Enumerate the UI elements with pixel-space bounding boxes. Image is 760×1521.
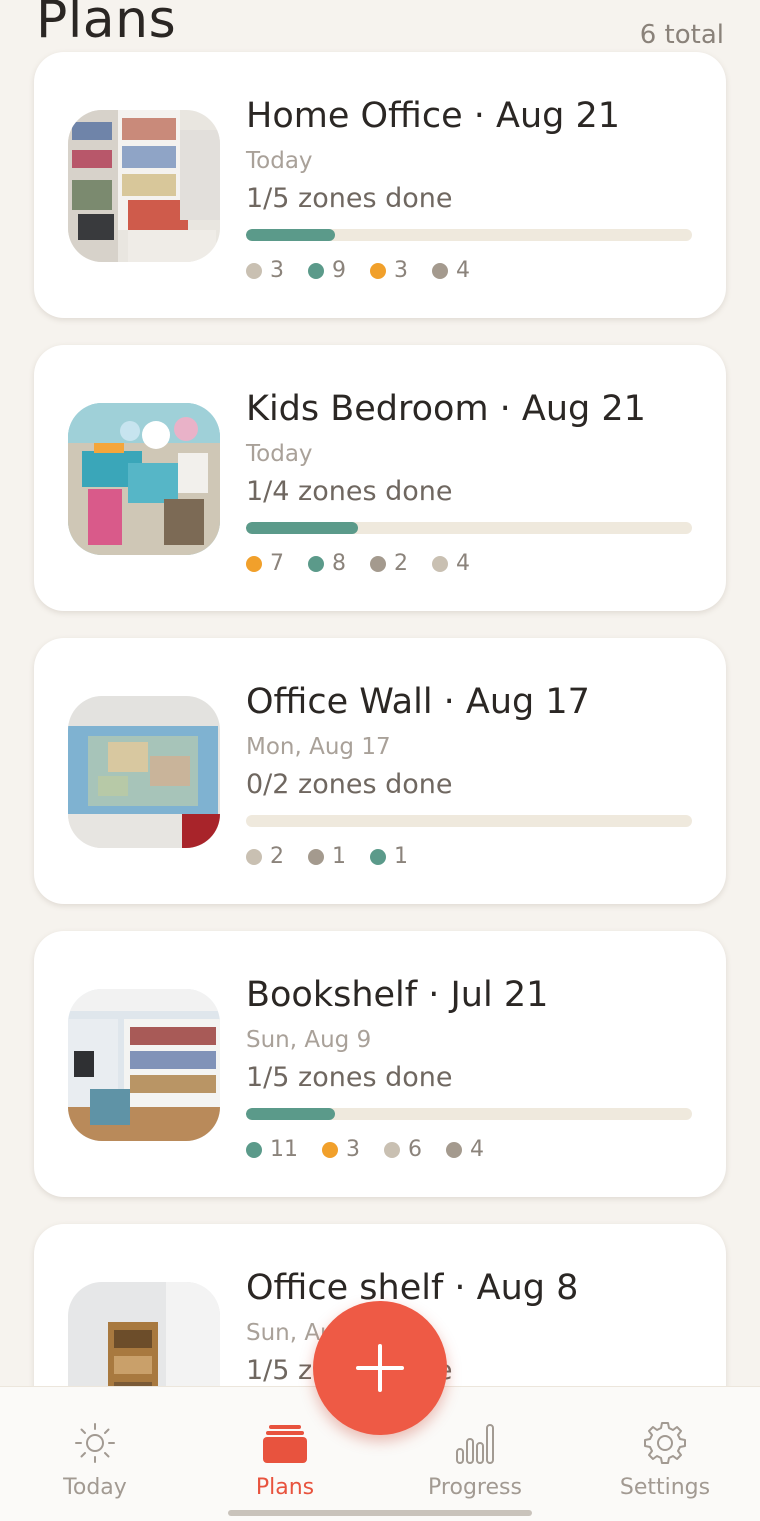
office-wall-photo [68, 696, 220, 848]
stat-value: 8 [332, 551, 346, 576]
stat-item: 4 [432, 551, 470, 576]
plan-card[interactable]: Home Office · Aug 21 Today 1/5 zones don… [34, 52, 726, 318]
stat-value: 11 [270, 1137, 298, 1162]
stat-value: 2 [394, 551, 408, 576]
stat-dot [308, 262, 324, 279]
sun-icon [75, 1423, 115, 1463]
nav-label-progress: Progress [428, 1475, 522, 1500]
plan-list: Home Office · Aug 21 Today 1/5 zones don… [34, 52, 726, 1517]
stat-item: 8 [308, 551, 346, 576]
header: Plans 6 total [36, 0, 724, 52]
stat-dot [246, 262, 262, 279]
plan-stats: 3 9 3 4 [246, 258, 470, 283]
plan-zones-done: 1/5 zones done [246, 1062, 453, 1093]
add-plan-button[interactable] [313, 1301, 447, 1435]
progress-bar-fill [246, 522, 358, 534]
plan-stats: 7 8 2 4 [246, 551, 470, 576]
plan-zones-done: 1/4 zones done [246, 476, 453, 507]
stat-dot [370, 848, 386, 865]
plan-zones-done: 0/2 zones done [246, 769, 453, 800]
plan-date: Sun, Aug 9 [246, 1027, 372, 1053]
plus-icon [356, 1344, 404, 1392]
plan-date: Today [246, 441, 313, 467]
stat-item: 3 [370, 258, 408, 283]
plans-stack-icon [263, 1425, 307, 1463]
stat-dot [308, 848, 324, 865]
stat-item: 1 [370, 844, 408, 869]
stat-dot [322, 1141, 338, 1158]
home-office-photo [68, 110, 220, 262]
stat-dot [246, 848, 262, 865]
plan-stats: 11 3 6 4 [246, 1137, 484, 1162]
stat-item: 11 [246, 1137, 298, 1162]
stat-dot [446, 1141, 462, 1158]
stat-item: 7 [246, 551, 284, 576]
stat-dot [384, 1141, 400, 1158]
stat-value: 1 [394, 844, 408, 869]
stat-dot [308, 555, 324, 572]
nav-label-today: Today [63, 1475, 127, 1500]
stat-value: 4 [470, 1137, 484, 1162]
plan-card[interactable]: Bookshelf · Jul 21 Sun, Aug 9 1/5 zones … [34, 931, 726, 1197]
stat-item: 9 [308, 258, 346, 283]
kids-bedroom-photo [68, 403, 220, 555]
stat-value: 3 [394, 258, 408, 283]
plan-stats: 2 1 1 [246, 844, 408, 869]
bookshelf-photo [68, 989, 220, 1141]
plan-title: Bookshelf · Jul 21 [246, 975, 549, 1015]
plan-title: Office shelf · Aug 8 [246, 1268, 579, 1308]
plan-zones-done: 1/5 zones done [246, 183, 453, 214]
plan-card[interactable]: Office Wall · Aug 17 Mon, Aug 17 0/2 zon… [34, 638, 726, 904]
plan-title: Home Office · Aug 21 [246, 96, 621, 136]
plan-date: Today [246, 148, 313, 174]
progress-bar [246, 815, 692, 827]
nav-item-settings[interactable]: Settings [570, 1387, 760, 1521]
stat-value: 1 [332, 844, 346, 869]
stat-value: 2 [270, 844, 284, 869]
plan-count: 6 total [639, 20, 724, 50]
stat-dot [432, 555, 448, 572]
stat-item: 2 [370, 551, 408, 576]
stat-item: 4 [446, 1137, 484, 1162]
plan-date: Mon, Aug 17 [246, 734, 391, 760]
bar-chart-icon [456, 1424, 494, 1464]
plan-card[interactable]: Kids Bedroom · Aug 21 Today 1/4 zones do… [34, 345, 726, 611]
stat-value: 6 [408, 1137, 422, 1162]
progress-bar [246, 522, 692, 534]
stat-dot [370, 262, 386, 279]
progress-bar [246, 229, 692, 241]
stat-item: 1 [308, 844, 346, 869]
plan-title: Office Wall · Aug 17 [246, 682, 590, 722]
nav-item-today[interactable]: Today [0, 1387, 190, 1521]
progress-bar-fill [246, 229, 336, 241]
stat-value: 9 [332, 258, 346, 283]
stat-item: 6 [384, 1137, 422, 1162]
stat-value: 4 [456, 258, 470, 283]
stat-value: 4 [456, 551, 470, 576]
page-title: Plans [36, 0, 177, 50]
stat-value: 7 [270, 551, 284, 576]
plan-title: Kids Bedroom · Aug 21 [246, 389, 646, 429]
nav-label-plans: Plans [255, 1475, 315, 1500]
stat-value: 3 [346, 1137, 360, 1162]
stat-dot [246, 1141, 262, 1158]
stat-item: 4 [432, 258, 470, 283]
progress-bar-fill [246, 1108, 336, 1120]
stat-dot [370, 555, 386, 572]
stat-dot [246, 555, 262, 572]
nav-label-settings: Settings [619, 1475, 711, 1500]
gear-icon [644, 1422, 686, 1464]
stat-item: 2 [246, 844, 284, 869]
stat-value: 3 [270, 258, 284, 283]
progress-bar [246, 1108, 692, 1120]
stat-item: 3 [246, 258, 284, 283]
home-indicator [228, 1510, 532, 1516]
stat-dot [432, 262, 448, 279]
stat-item: 3 [322, 1137, 360, 1162]
